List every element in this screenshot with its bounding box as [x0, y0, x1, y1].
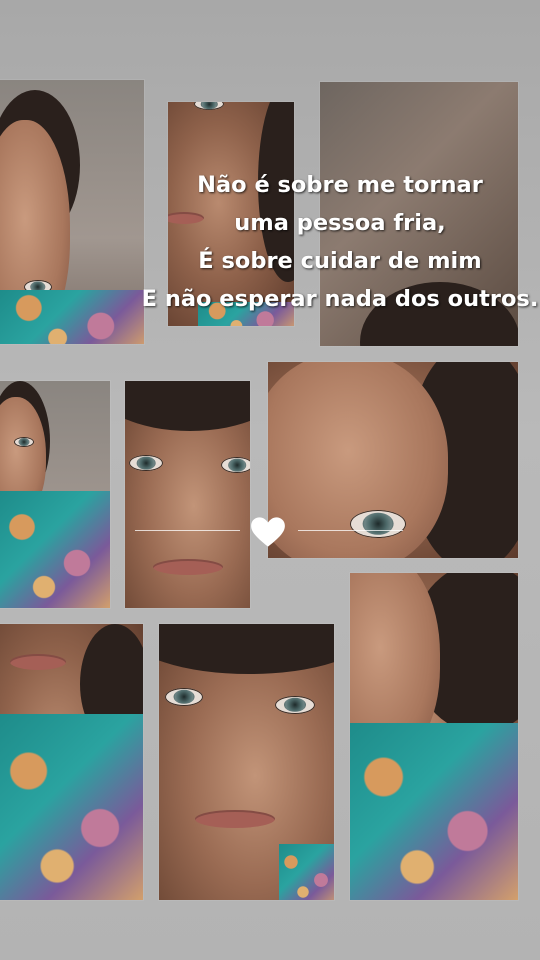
quote-line-3: É sobre cuidar de mim: [198, 248, 482, 274]
collage-photo-8: [159, 624, 334, 900]
quote-line-2: uma pessoa fria,: [234, 210, 446, 236]
collage-photo-9: [350, 573, 518, 900]
collage-photo-6: [268, 362, 518, 558]
divider-line-left: [135, 530, 240, 531]
collage-photo-4: [0, 381, 110, 608]
heart-icon: [251, 517, 285, 547]
divider-line-right: [298, 530, 403, 531]
quote-line-4: E não esperar nada dos outros.: [141, 286, 539, 312]
quote-text: Não é sobre me tornar uma pessoa fria, É…: [140, 166, 540, 318]
collage-photo-1: [0, 80, 144, 344]
quote-line-1: Não é sobre me tornar: [197, 172, 483, 198]
collage-photo-5: [125, 381, 250, 608]
collage-photo-7: [0, 624, 143, 900]
